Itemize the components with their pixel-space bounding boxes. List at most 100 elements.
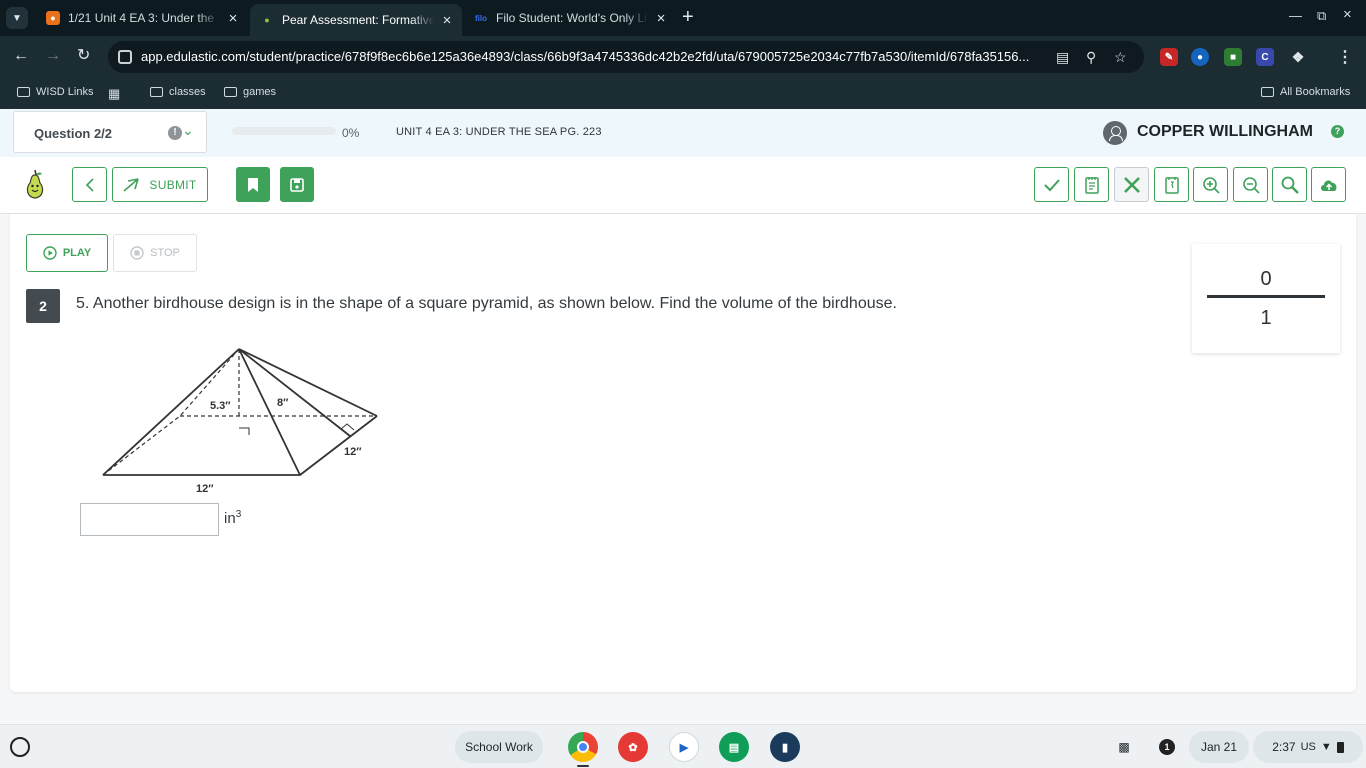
extension-blue-icon[interactable]: ● — [1191, 48, 1209, 66]
chevron-down-icon[interactable]: ⌄ — [182, 122, 194, 139]
stop-button[interactable]: STOP — [113, 234, 197, 272]
battery-icon — [1336, 741, 1344, 753]
warning-icon: ! — [168, 126, 182, 140]
assessment-toolbar: SUBMIT — [0, 157, 1366, 214]
apps-grid-icon[interactable]: ▦ — [108, 86, 120, 102]
new-tab-icon[interactable]: + — [682, 6, 694, 28]
paint-app-icon[interactable]: ✿ — [618, 732, 648, 762]
calculator-button[interactable] — [1154, 167, 1189, 202]
question-selector-label: Question 2/2 — [34, 126, 113, 141]
magnifier-icon — [1281, 176, 1299, 194]
submit-label: SUBMIT — [149, 177, 197, 192]
submit-button[interactable]: SUBMIT — [112, 167, 208, 202]
answer-eliminator-check-button[interactable] — [1034, 167, 1069, 202]
bookmark-classes[interactable]: classes — [150, 86, 206, 98]
tab-pear-assessment[interactable]: ● Pear Assessment: Formative as × — [250, 4, 462, 36]
desk-button[interactable]: School Work — [455, 731, 543, 763]
zoom-in-button[interactable] — [1193, 167, 1228, 202]
question-number-badge: 2 — [26, 289, 60, 323]
chrome-menu-icon[interactable]: ⋮ — [1336, 48, 1354, 66]
tab-title: Filo Student: World's Only Live — [496, 11, 648, 25]
user-name[interactable]: COPPER WILLINGHAM — [1137, 123, 1313, 141]
folder-icon — [1261, 87, 1274, 97]
close-tab-icon[interactable]: × — [226, 10, 240, 27]
tab-filo-student[interactable]: filo Filo Student: World's Only Live × — [464, 4, 676, 32]
stop-circle-icon — [130, 246, 144, 260]
url-text[interactable]: app.edulastic.com/student/practice/678f9… — [141, 49, 1051, 64]
os-shelf: School Work ✿ ▶ ▤ ▮ ▩ 1 Jan 21 2:37 US ▼ — [0, 724, 1366, 768]
close-tab-icon[interactable]: × — [440, 12, 454, 29]
reload-icon[interactable]: ↻ — [77, 46, 90, 66]
question-text: 5. Another birdhouse design is in the sh… — [76, 295, 897, 312]
send-arrow-icon — [123, 177, 140, 192]
status-tray[interactable]: 2:37 US ▼ — [1253, 731, 1363, 763]
close-tab-icon[interactable]: × — [654, 10, 668, 27]
close-window-icon[interactable]: × — [1343, 6, 1352, 23]
screen-capture-icon[interactable]: ▩ — [1109, 731, 1139, 763]
scratchpad-button[interactable] — [1074, 167, 1109, 202]
folder-icon — [224, 87, 237, 97]
tab-search-icon[interactable]: ▼ — [6, 7, 28, 29]
calculator-icon — [1164, 176, 1179, 194]
play-circle-icon — [43, 246, 57, 260]
locale: US — [1300, 741, 1316, 753]
bookmark-label: classes — [169, 86, 206, 98]
tab-under-the-sea[interactable]: ● 1/21 Unit 4 EA 3: Under the Sea × — [36, 4, 248, 32]
bookmark-button[interactable] — [236, 167, 270, 202]
score-earned: 0 — [1260, 268, 1272, 290]
progress-bar — [232, 127, 336, 135]
answer-input[interactable] — [80, 503, 219, 536]
bookmark-games[interactable]: games — [224, 86, 276, 98]
tab-title: Pear Assessment: Formative as — [282, 13, 434, 27]
pear-logo-icon — [26, 169, 44, 199]
zoom-out-button[interactable] — [1233, 167, 1268, 202]
calendar-date[interactable]: Jan 21 — [1189, 731, 1249, 763]
notification-count: 1 — [1159, 739, 1175, 755]
chrome-app-icon[interactable] — [568, 732, 598, 762]
stop-label: STOP — [150, 247, 180, 259]
bookmark-wisd-links[interactable]: WISD Links — [17, 86, 93, 98]
bookmark-label: WISD Links — [36, 86, 94, 98]
back-icon[interactable]: ← — [13, 46, 29, 66]
notifications-button[interactable]: 1 — [1150, 731, 1184, 763]
play-button[interactable]: PLAY — [26, 234, 108, 272]
height-label: 5.3″ — [210, 400, 231, 412]
bookmark-label: games — [243, 86, 277, 98]
answer-unit: in3 — [224, 509, 241, 527]
extension-c-icon[interactable]: C — [1256, 48, 1274, 66]
question-panel: PLAY STOP 2 5. Another birdhouse design … — [10, 214, 1356, 692]
canvas-app-icon[interactable]: ▶ — [669, 732, 699, 762]
slant-height-label: 8″ — [277, 397, 289, 409]
base-side-label: 12″ — [344, 446, 362, 458]
previous-button[interactable] — [72, 167, 107, 202]
user-avatar-icon[interactable] — [1103, 121, 1127, 145]
bookmark-star-icon[interactable]: ☆ — [1114, 49, 1127, 66]
launcher-icon[interactable] — [10, 737, 30, 757]
bookmark-folder-icon — [17, 87, 30, 97]
address-bar[interactable]: app.edulastic.com/student/practice/678f9… — [108, 41, 1144, 73]
browser-toolbar: ← → ↻ app.edulastic.com/student/practice… — [0, 36, 1366, 78]
save-button[interactable] — [280, 167, 314, 202]
minimize-icon[interactable]: — — [1289, 8, 1302, 23]
all-bookmarks[interactable]: All Bookmarks — [1261, 86, 1350, 98]
help-icon[interactable]: ? — [1331, 125, 1344, 138]
extension-multi-icon[interactable]: ■ — [1224, 48, 1242, 66]
upload-button[interactable] — [1311, 167, 1346, 202]
cloud-upload-icon — [1320, 180, 1336, 191]
question-selector[interactable]: Question 2/2 ! ⌄ — [13, 111, 207, 153]
extensions-puzzle-icon[interactable]: ❖ — [1289, 48, 1307, 66]
restore-icon[interactable]: ⧉ — [1317, 8, 1326, 24]
site-info-icon[interactable] — [118, 50, 132, 64]
magnifier-button[interactable] — [1272, 167, 1307, 202]
classroom-app-icon[interactable]: ▤ — [719, 732, 749, 762]
forward-icon[interactable]: → — [45, 46, 61, 66]
cross-out-button[interactable] — [1114, 167, 1149, 202]
analytics-app-icon[interactable]: ▮ — [770, 732, 800, 762]
browser-tab-strip: ▼ ● 1/21 Unit 4 EA 3: Under the Sea × ● … — [0, 0, 1366, 36]
filo-favicon-icon: filo — [475, 13, 487, 23]
clock: 2:37 — [1272, 740, 1296, 754]
wifi-icon: ▼ — [1320, 741, 1332, 753]
zoom-icon[interactable]: ⚲ — [1086, 49, 1096, 66]
install-app-icon[interactable]: ▤ — [1056, 49, 1069, 66]
extension-pen-icon[interactable]: ✎ — [1160, 48, 1178, 66]
